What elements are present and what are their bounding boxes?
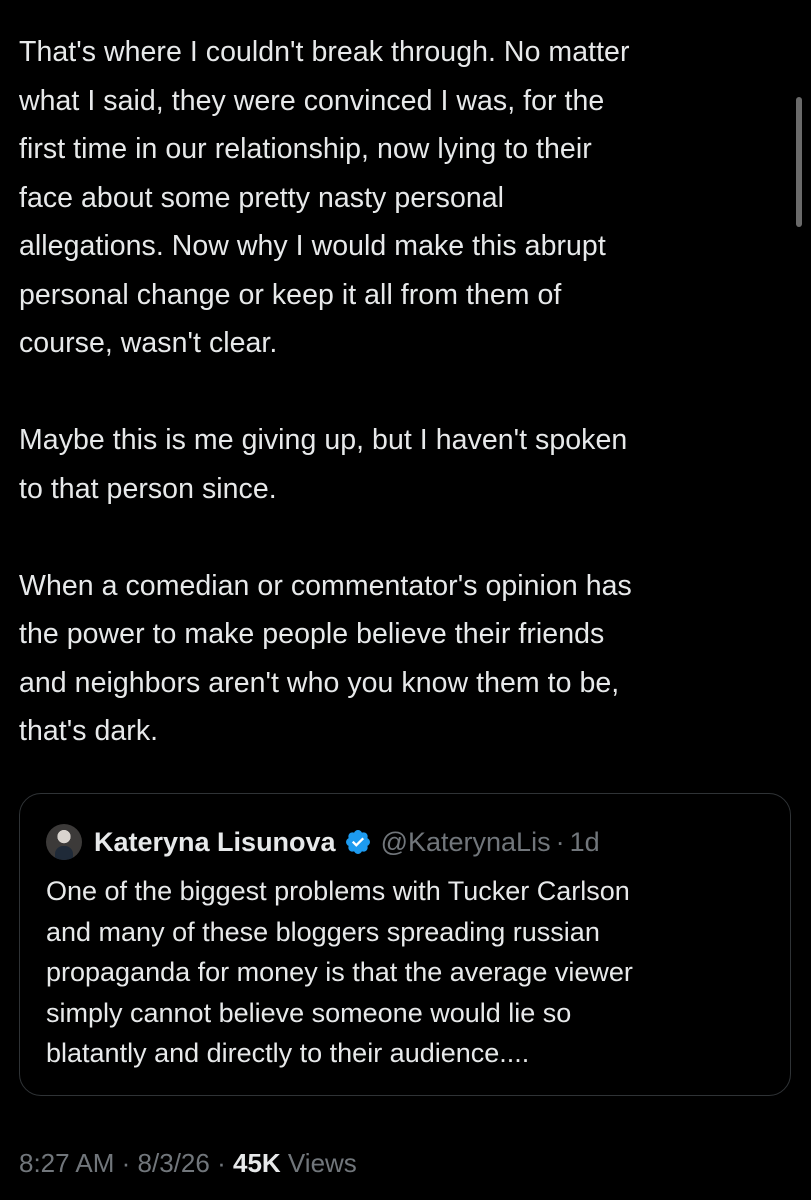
- tweet-meta: 8:27 AM · 8/3/26 · 45K Views: [19, 1143, 357, 1183]
- tweet-paragraph: That's where I couldn't break through. N…: [19, 28, 791, 368]
- tweet-text-line: first time in our relationship, now lyin…: [19, 133, 592, 165]
- views-count[interactable]: 45K: [233, 1148, 281, 1178]
- tweet-timestamp[interactable]: 8:27 AM: [19, 1148, 114, 1178]
- avatar[interactable]: [46, 824, 82, 860]
- tweet-text-line: and neighbors aren't who you know them t…: [19, 666, 620, 699]
- quoted-tweet-card[interactable]: Kateryna Lisunova @KaterynaLis · 1d One …: [19, 793, 791, 1096]
- quoted-text-line: One of the biggest problems with Tucker …: [46, 876, 630, 906]
- separator-dot: ·: [555, 826, 565, 857]
- tweet-text-line: Maybe this is me giving up, but I haven'…: [19, 424, 628, 456]
- tweet-paragraph: When a comedian or commentator's opinion…: [19, 562, 791, 756]
- tweet-text-line: allegations. Now why I would make this a…: [19, 230, 606, 262]
- separator-dot: ·: [217, 1148, 226, 1178]
- tweet-paragraph: Maybe this is me giving up, but I haven'…: [19, 416, 791, 513]
- verified-badge-icon: [345, 830, 370, 854]
- scrollbar-thumb[interactable]: [796, 97, 802, 227]
- tweet-text-line: face about some pretty nasty personal: [19, 181, 505, 214]
- quoted-text-line: simply cannot believe someone would lie …: [46, 997, 572, 1028]
- tweet-text-line: That's where I couldn't break through. N…: [19, 36, 630, 68]
- quoted-tweet-text: One of the biggest problems with Tucker …: [46, 871, 766, 1074]
- tweet-text-line: that's dark.: [19, 715, 159, 747]
- tweet-text: That's where I couldn't break through. N…: [19, 28, 791, 756]
- tweet-text-line: what I said, they were convinced I was, …: [19, 84, 605, 117]
- quoted-author-handle[interactable]: @KaterynaLis: [381, 827, 551, 858]
- tweet-text-line: the power to make people believe their f…: [19, 618, 605, 650]
- separator-dot: ·: [121, 1148, 131, 1178]
- tweet-text-line: course, wasn't clear.: [19, 327, 278, 359]
- quoted-tweet-age[interactable]: 1d: [570, 827, 600, 858]
- tweet-text-line: personal change or keep it all from them…: [19, 278, 562, 311]
- tweet-date[interactable]: 8/3/26: [138, 1148, 210, 1178]
- quoted-text-line: propaganda for money is that the average…: [46, 957, 633, 987]
- quoted-text-line: blatantly and directly to their audience…: [46, 1038, 530, 1068]
- tweet-text-line: to that person since.: [19, 472, 277, 505]
- quoted-text-line: and many of these bloggers spreading rus…: [46, 916, 600, 947]
- views-label: Views: [287, 1148, 357, 1178]
- tweet-text-line: When a comedian or commentator's opinion…: [19, 569, 632, 602]
- quoted-author-name[interactable]: Kateryna Lisunova: [94, 827, 336, 858]
- quoted-tweet-header: Kateryna Lisunova @KaterynaLis · 1d: [46, 824, 600, 860]
